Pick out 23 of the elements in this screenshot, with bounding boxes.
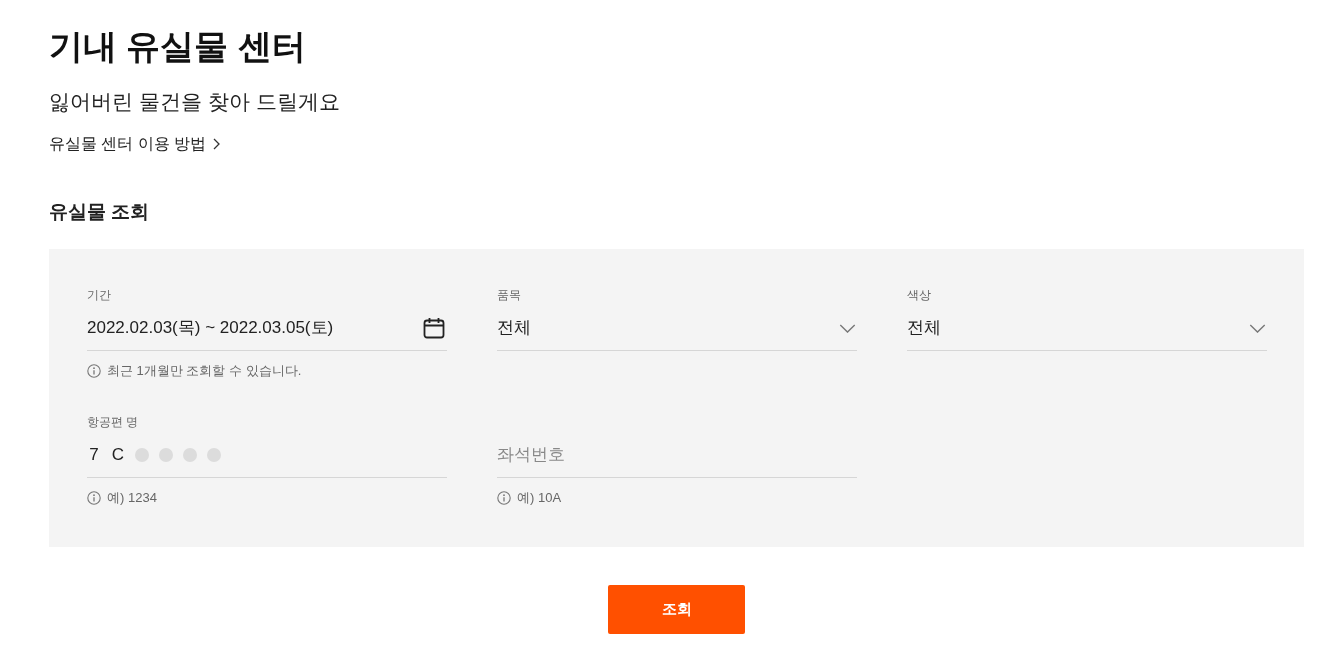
info-icon (87, 364, 101, 378)
field-label: 항공편 명 (87, 414, 139, 430)
section-heading: 유실물 조회 (49, 200, 150, 224)
date-range-field[interactable]: 2022.02.03(목) ~ 2022.03.05(토) (87, 310, 447, 351)
helper-text: 예) 1234 (107, 489, 157, 507)
helper-text: 예) 10A (517, 489, 562, 507)
chevron-down-icon (1249, 323, 1266, 333)
info-icon (497, 491, 511, 505)
dropdown[interactable]: 전체 (907, 310, 1267, 351)
flight-number-field[interactable]: 7 C (87, 437, 447, 478)
helper-text: 최근 1개월만 조회할 수 있습니다. (107, 362, 302, 380)
page-subtitle: 잃어버린 물건을 찾아 드릴게요 (49, 89, 340, 115)
field-label: 색상 (907, 287, 931, 303)
seat-number-field[interactable]: 좌석번호 (497, 437, 857, 478)
dropdown[interactable]: 전체 (497, 310, 857, 351)
chevron-down-icon (839, 323, 856, 333)
calendar-icon[interactable] (423, 317, 445, 339)
field-label: 기간 (87, 287, 111, 303)
page-title: 기내 유실물 센터 (49, 26, 306, 66)
chevron-right-icon (213, 138, 221, 150)
guide-link[interactable]: 유실물 센터 이용 방법 (49, 133, 221, 155)
info-icon (87, 491, 101, 505)
field-label: 품목 (497, 287, 521, 303)
